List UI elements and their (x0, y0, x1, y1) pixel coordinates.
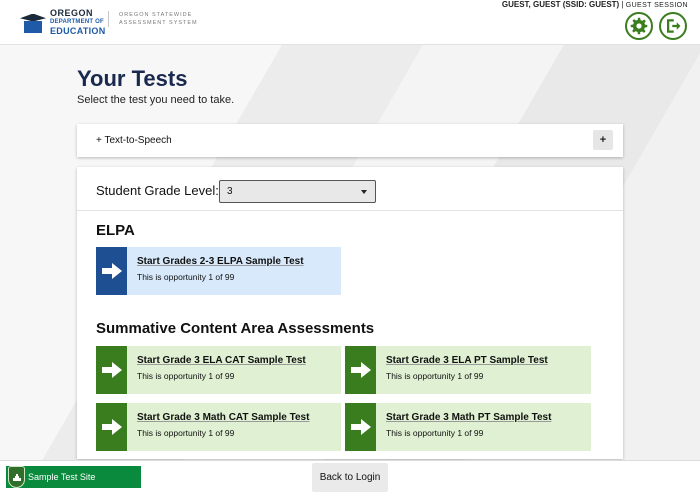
test-card-ela-pt[interactable]: Start Grade 3 ELA PT Sample Test This is… (345, 346, 591, 394)
graduation-cap-icon (20, 12, 46, 34)
elpa-heading: ELPA (96, 222, 135, 239)
test-opportunity: This is opportunity 1 of 99 (386, 371, 484, 381)
grade-level-value: 3 (227, 186, 233, 197)
test-name[interactable]: Start Grades 2-3 ELPA Sample Test (137, 256, 341, 267)
arrow-right-icon (96, 346, 127, 394)
sample-test-site-badge: Sample Test Site (6, 466, 141, 488)
arrow-right-icon (96, 247, 127, 295)
page-subtitle: Select the test you need to take. (77, 94, 235, 106)
app-footer: Sample Test Site Back to Login (0, 460, 700, 499)
arrow-right-icon (96, 403, 127, 451)
settings-button[interactable] (625, 12, 653, 40)
logo-line-oregon: OREGON (50, 8, 94, 18)
oregon-doe-logo: OREGON DEPARTMENT OF EDUCATION (20, 9, 106, 36)
test-card-math-cat[interactable]: Start Grade 3 Math CAT Sample Test This … (96, 403, 341, 451)
chevron-down-icon (361, 190, 367, 194)
text-to-speech-panel[interactable]: + Text-to-Speech + (77, 124, 623, 157)
test-name[interactable]: Start Grade 3 Math CAT Sample Test (137, 412, 341, 423)
test-opportunity: This is opportunity 1 of 99 (386, 428, 484, 438)
summative-heading: Summative Content Area Assessments (96, 320, 375, 337)
test-name[interactable]: Start Grade 3 ELA PT Sample Test (386, 355, 591, 366)
test-opportunity: This is opportunity 1 of 99 (137, 428, 235, 438)
site-label: Sample Test Site (28, 472, 96, 482)
system-name: OREGON STATEWIDE ASSESSMENT SYSTEM (108, 11, 218, 27)
page-title-area: Your Tests Select the test you need to t… (77, 66, 234, 106)
shield-icon (8, 466, 25, 488)
logout-button[interactable] (659, 12, 687, 40)
user-name: GUEST, GUEST (SSID: GUEST) (501, 0, 620, 9)
logout-icon (667, 19, 681, 33)
test-opportunity: This is opportunity 1 of 99 (137, 371, 235, 381)
expand-button[interactable]: + (593, 130, 613, 150)
page-title: Your Tests (77, 66, 188, 91)
grade-level-select[interactable]: 3 (219, 180, 376, 203)
text-to-speech-label[interactable]: + Text-to-Speech (96, 135, 172, 146)
grade-level-row: Student Grade Level: 3 (77, 167, 623, 211)
gear-icon (630, 17, 648, 35)
back-to-login-button[interactable]: Back to Login (312, 463, 388, 492)
grade-level-label: Student Grade Level: (96, 183, 219, 198)
user-info: GUEST, GUEST (SSID: GUEST) | GUEST SESSI… (502, 0, 688, 9)
app-header: OREGON DEPARTMENT OF EDUCATION OREGON ST… (0, 0, 700, 45)
test-opportunity: This is opportunity 1 of 99 (137, 272, 235, 282)
test-card-ela-cat[interactable]: Start Grade 3 ELA CAT Sample Test This i… (96, 346, 341, 394)
tests-panel: Student Grade Level: 3 ELPA Start Grades… (77, 167, 623, 459)
arrow-right-icon (345, 346, 376, 394)
test-card-elpa[interactable]: Start Grades 2-3 ELPA Sample Test This i… (96, 247, 341, 295)
test-name[interactable]: Start Grade 3 ELA CAT Sample Test (137, 355, 341, 366)
test-card-math-pt[interactable]: Start Grade 3 Math PT Sample Test This i… (345, 403, 591, 451)
arrow-right-icon (345, 403, 376, 451)
test-name[interactable]: Start Grade 3 Math PT Sample Test (386, 412, 591, 423)
session-label: GUEST SESSION (625, 2, 688, 9)
logo-line-education: EDUCATION (50, 26, 106, 36)
